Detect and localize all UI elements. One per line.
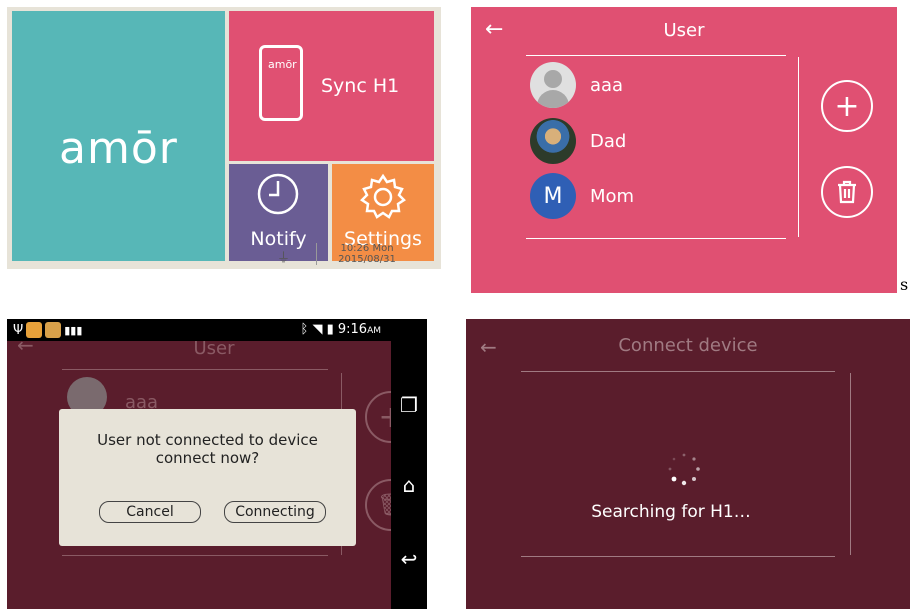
notification-icons: Ψ ▮▮▮ — [13, 322, 82, 338]
divider — [521, 556, 835, 557]
divider — [521, 371, 835, 372]
user-name: Dad — [590, 130, 627, 152]
dialog-message-line: connect now? — [155, 449, 260, 467]
home-icon[interactable]: ⌂ — [391, 473, 427, 497]
user-screen: ← User aaa Dad M Mom + — [471, 7, 897, 293]
barcode-icon: ▮▮▮ — [64, 323, 83, 337]
gear-icon — [360, 173, 406, 219]
home-screen: amōr amōr Sync H1 Notify Settings ⏚ 10:2… — [7, 7, 441, 269]
sync-h1-tile[interactable]: amōr Sync H1 — [229, 11, 434, 161]
default-avatar-icon — [530, 62, 576, 108]
dialog-screen: ← User aaa + 🗑 Ψ ▮▮▮ ᛒ ◥ ▮ 9:16AM ❐ ⌂ ↩ … — [7, 319, 427, 609]
connect-dialog: User not connected to device connect now… — [59, 409, 356, 546]
battery-icon: ▮ — [326, 322, 334, 337]
trash-icon — [838, 180, 856, 204]
cancel-button[interactable]: Cancel — [99, 501, 201, 523]
photo-avatar — [530, 118, 576, 164]
dialog-message-line: User not connected to device — [97, 431, 318, 449]
amor-logo-tile[interactable]: amōr — [12, 11, 225, 261]
user-list-item[interactable]: Dad — [530, 116, 626, 166]
app-icon — [26, 322, 43, 338]
dialog-message: User not connected to device connect now… — [59, 431, 356, 467]
loading-spinner-icon — [668, 453, 700, 486]
plug-icon: ⏚ — [277, 251, 291, 266]
divider — [850, 373, 851, 555]
android-status-bar: Ψ ▮▮▮ ᛒ ◥ ▮ 9:16AM — [7, 319, 427, 341]
sync-h1-label: Sync H1 — [321, 75, 400, 97]
connecting-button[interactable]: Connecting — [224, 501, 326, 523]
user-name: aaa — [590, 74, 624, 96]
clock-icon — [257, 173, 299, 215]
divider — [526, 238, 786, 239]
status-clock: 10:26 Mon 2015/08/31 — [327, 243, 407, 265]
divider — [798, 57, 799, 237]
user-list-item[interactable]: aaa — [530, 60, 623, 110]
page-title: User — [663, 20, 705, 41]
status-time: 10:26 Mon — [340, 243, 394, 254]
divider — [62, 369, 328, 370]
device-logo: amōr — [268, 58, 297, 71]
back-icon[interactable]: ↩ — [391, 547, 427, 571]
divider — [62, 555, 328, 556]
delete-user-button[interactable] — [821, 166, 873, 218]
search-status: Searching for H1… — [591, 502, 751, 522]
android-nav-bar: ❐ ⌂ ↩ — [391, 341, 427, 609]
usb-icon: Ψ — [13, 322, 24, 338]
user-name: Mom — [590, 185, 635, 207]
divider — [526, 55, 786, 56]
system-status: ᛒ ◥ ▮ 9:16AM — [300, 322, 381, 337]
status-divider — [316, 243, 317, 265]
app-icon — [45, 322, 62, 338]
recent-apps-icon[interactable]: ❐ — [391, 393, 427, 417]
wifi-icon: ◥ — [312, 322, 323, 337]
page-title: Connect device — [618, 335, 758, 356]
amor-logo: amōr — [59, 123, 178, 174]
status-ampm: AM — [367, 326, 381, 336]
page-title: User — [193, 338, 235, 359]
add-user-button[interactable]: + — [821, 80, 873, 132]
device-icon: amōr — [259, 45, 303, 121]
user-list-item[interactable]: M Mom — [530, 171, 634, 221]
stray-character: s — [900, 275, 909, 294]
letter-avatar: M — [530, 173, 576, 219]
bluetooth-icon: ᛒ — [300, 322, 309, 337]
connect-screen: ← Connect device Searching for H1… — [466, 319, 910, 609]
status-date: 2015/08/31 — [338, 254, 396, 265]
status-time: 9:16 — [337, 322, 368, 337]
